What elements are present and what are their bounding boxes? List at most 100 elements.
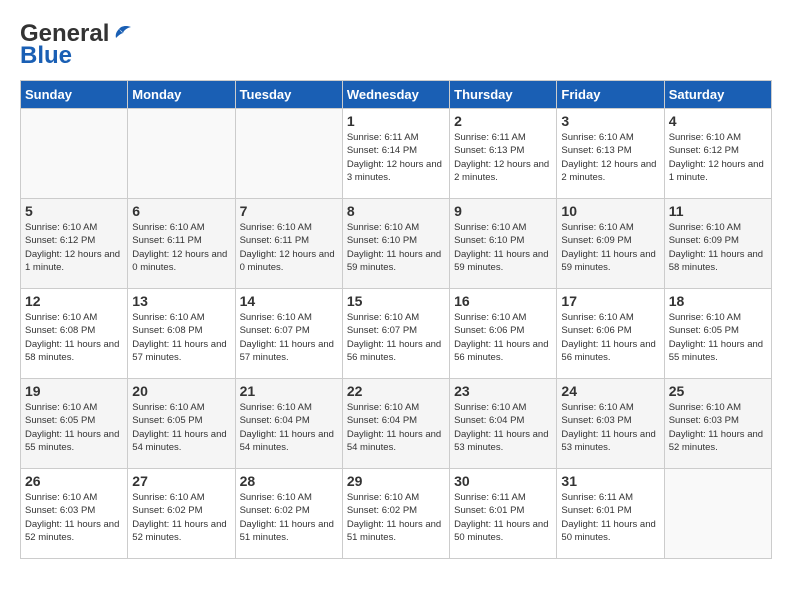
calendar-cell: 30Sunrise: 6:11 AM Sunset: 6:01 PM Dayli… (450, 469, 557, 559)
day-number: 21 (240, 383, 338, 399)
day-number: 26 (25, 473, 123, 489)
day-number: 19 (25, 383, 123, 399)
calendar-cell: 5 Sunrise: 6:10 AM Sunset: 6:12 PM Daylig… (21, 199, 128, 289)
calendar-cell: 12 Sunrise: 6:10 AM Sunset: 6:08 PM Dayli… (21, 289, 128, 379)
day-info: Sunrise: 6:11 AM Sunset: 6:01 PM Dayligh… (561, 491, 659, 544)
day-info: Sunrise: 6:10 AM Sunset: 6:07 PM Dayligh… (240, 311, 338, 364)
logo: General Blue (20, 20, 133, 70)
day-number: 12 (25, 293, 123, 309)
day-number: 27 (132, 473, 230, 489)
day-info: Sunrise: 6:10 AM Sunset: 6:02 PM Dayligh… (347, 491, 445, 544)
calendar-cell: 21 Sunrise: 6:10 AM Sunset: 6:04 PM Dayli… (235, 379, 342, 469)
day-info: Sunrise: 6:10 AM Sunset: 6:12 PM Dayligh… (25, 221, 123, 274)
header-thursday: Thursday (450, 81, 557, 109)
day-info: Sunrise: 6:10 AM Sunset: 6:03 PM Dayligh… (669, 401, 767, 454)
day-info: Sunrise: 6:10 AM Sunset: 6:02 PM Dayligh… (132, 491, 230, 544)
day-info: Sunrise: 6:10 AM Sunset: 6:05 PM Dayligh… (25, 401, 123, 454)
day-number: 13 (132, 293, 230, 309)
calendar-cell: 14 Sunrise: 6:10 AM Sunset: 6:07 PM Dayli… (235, 289, 342, 379)
calendar-cell: 29 Sunrise: 6:10 AM Sunset: 6:02 PM Dayli… (342, 469, 449, 559)
calendar-week-2: 12 Sunrise: 6:10 AM Sunset: 6:08 PM Dayli… (21, 289, 772, 379)
calendar-cell: 26 Sunrise: 6:10 AM Sunset: 6:03 PM Dayli… (21, 469, 128, 559)
day-info: Sunrise: 6:10 AM Sunset: 6:13 PM Dayligh… (561, 131, 659, 184)
day-info: Sunrise: 6:10 AM Sunset: 6:02 PM Dayligh… (240, 491, 338, 544)
day-info: Sunrise: 6:10 AM Sunset: 6:08 PM Dayligh… (25, 311, 123, 364)
calendar-week-1: 5 Sunrise: 6:10 AM Sunset: 6:12 PM Daylig… (21, 199, 772, 289)
day-number: 23 (454, 383, 552, 399)
day-info: Sunrise: 6:11 AM Sunset: 6:14 PM Dayligh… (347, 131, 445, 184)
day-number: 20 (132, 383, 230, 399)
calendar-cell: 31 Sunrise: 6:11 AM Sunset: 6:01 PM Dayli… (557, 469, 664, 559)
day-info: Sunrise: 6:11 AM Sunset: 6:01 PM Dayligh… (454, 491, 552, 544)
header-monday: Monday (128, 81, 235, 109)
calendar-cell: 6Sunrise: 6:10 AM Sunset: 6:11 PM Daylig… (128, 199, 235, 289)
day-number: 3 (561, 113, 659, 129)
day-info: Sunrise: 6:10 AM Sunset: 6:09 PM Dayligh… (561, 221, 659, 274)
calendar-cell: 18 Sunrise: 6:10 AM Sunset: 6:05 PM Dayli… (664, 289, 771, 379)
calendar-cell (128, 109, 235, 199)
calendar-cell: 4Sunrise: 6:10 AM Sunset: 6:12 PM Daylig… (664, 109, 771, 199)
calendar-cell (664, 469, 771, 559)
day-info: Sunrise: 6:10 AM Sunset: 6:07 PM Dayligh… (347, 311, 445, 364)
calendar-cell: 13Sunrise: 6:10 AM Sunset: 6:08 PM Dayli… (128, 289, 235, 379)
day-number: 14 (240, 293, 338, 309)
day-number: 28 (240, 473, 338, 489)
day-number: 7 (240, 203, 338, 219)
calendar-cell: 15 Sunrise: 6:10 AM Sunset: 6:07 PM Dayli… (342, 289, 449, 379)
calendar-table: SundayMondayTuesdayWednesdayThursdayFrid… (20, 80, 772, 559)
logo-bird-icon (111, 25, 133, 43)
day-info: Sunrise: 6:10 AM Sunset: 6:04 PM Dayligh… (240, 401, 338, 454)
calendar-cell: 1 Sunrise: 6:11 AM Sunset: 6:14 PM Daylig… (342, 109, 449, 199)
day-info: Sunrise: 6:10 AM Sunset: 6:10 PM Dayligh… (347, 221, 445, 274)
calendar-cell: 22 Sunrise: 6:10 AM Sunset: 6:04 PM Dayli… (342, 379, 449, 469)
day-info: Sunrise: 6:10 AM Sunset: 6:03 PM Dayligh… (561, 401, 659, 454)
calendar-cell: 9 Sunrise: 6:10 AM Sunset: 6:10 PM Daylig… (450, 199, 557, 289)
day-number: 18 (669, 293, 767, 309)
day-info: Sunrise: 6:10 AM Sunset: 6:03 PM Dayligh… (25, 491, 123, 544)
calendar-cell: 16 Sunrise: 6:10 AM Sunset: 6:06 PM Dayli… (450, 289, 557, 379)
calendar-cell: 2Sunrise: 6:11 AM Sunset: 6:13 PM Daylig… (450, 109, 557, 199)
calendar-cell: 11Sunrise: 6:10 AM Sunset: 6:09 PM Dayli… (664, 199, 771, 289)
header-saturday: Saturday (664, 81, 771, 109)
day-info: Sunrise: 6:10 AM Sunset: 6:10 PM Dayligh… (454, 221, 552, 274)
day-number: 29 (347, 473, 445, 489)
page-header: General Blue (20, 20, 772, 70)
day-info: Sunrise: 6:10 AM Sunset: 6:05 PM Dayligh… (669, 311, 767, 364)
day-info: Sunrise: 6:10 AM Sunset: 6:04 PM Dayligh… (347, 401, 445, 454)
day-number: 17 (561, 293, 659, 309)
header-sunday: Sunday (21, 81, 128, 109)
day-info: Sunrise: 6:10 AM Sunset: 6:06 PM Dayligh… (561, 311, 659, 364)
day-number: 24 (561, 383, 659, 399)
day-number: 2 (454, 113, 552, 129)
day-number: 31 (561, 473, 659, 489)
day-info: Sunrise: 6:10 AM Sunset: 6:11 PM Dayligh… (240, 221, 338, 274)
calendar-cell: 27 Sunrise: 6:10 AM Sunset: 6:02 PM Dayli… (128, 469, 235, 559)
calendar-cell: 23 Sunrise: 6:10 AM Sunset: 6:04 PM Dayli… (450, 379, 557, 469)
calendar-cell: 28 Sunrise: 6:10 AM Sunset: 6:02 PM Dayli… (235, 469, 342, 559)
day-number: 22 (347, 383, 445, 399)
header-tuesday: Tuesday (235, 81, 342, 109)
calendar-cell: 25 Sunrise: 6:10 AM Sunset: 6:03 PM Dayli… (664, 379, 771, 469)
calendar-cell (235, 109, 342, 199)
day-number: 15 (347, 293, 445, 309)
calendar-cell: 8Sunrise: 6:10 AM Sunset: 6:10 PM Daylig… (342, 199, 449, 289)
day-info: Sunrise: 6:10 AM Sunset: 6:06 PM Dayligh… (454, 311, 552, 364)
calendar-cell: 20Sunrise: 6:10 AM Sunset: 6:05 PM Dayli… (128, 379, 235, 469)
header-wednesday: Wednesday (342, 81, 449, 109)
calendar-cell: 10 Sunrise: 6:10 AM Sunset: 6:09 PM Dayli… (557, 199, 664, 289)
calendar-cell (21, 109, 128, 199)
day-number: 6 (132, 203, 230, 219)
day-number: 5 (25, 203, 123, 219)
calendar-body: 1 Sunrise: 6:11 AM Sunset: 6:14 PM Daylig… (21, 109, 772, 559)
calendar-week-4: 26 Sunrise: 6:10 AM Sunset: 6:03 PM Dayli… (21, 469, 772, 559)
day-number: 25 (669, 383, 767, 399)
day-info: Sunrise: 6:10 AM Sunset: 6:04 PM Dayligh… (454, 401, 552, 454)
calendar-week-3: 19 Sunrise: 6:10 AM Sunset: 6:05 PM Dayli… (21, 379, 772, 469)
day-number: 1 (347, 113, 445, 129)
day-number: 16 (454, 293, 552, 309)
day-number: 9 (454, 203, 552, 219)
day-info: Sunrise: 6:10 AM Sunset: 6:09 PM Dayligh… (669, 221, 767, 274)
day-number: 10 (561, 203, 659, 219)
calendar-cell: 3 Sunrise: 6:10 AM Sunset: 6:13 PM Daylig… (557, 109, 664, 199)
calendar-week-0: 1 Sunrise: 6:11 AM Sunset: 6:14 PM Daylig… (21, 109, 772, 199)
